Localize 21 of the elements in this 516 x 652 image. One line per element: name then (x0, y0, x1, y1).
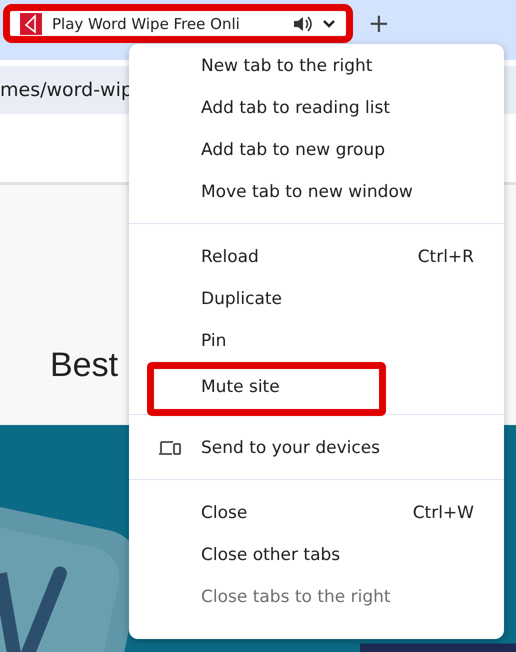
shortcut-text: Ctrl+W (412, 503, 474, 523)
menu-item[interactable]: Close other tabs (129, 534, 504, 576)
browser-tab[interactable]: Play Word Wipe Free Onli (10, 11, 346, 36)
menu-item[interactable]: Reload Ctrl+R (129, 236, 504, 278)
menu-item[interactable]: Add tab to reading list (129, 87, 504, 129)
shortcut-text: Ctrl+R (418, 247, 474, 267)
menu-item[interactable]: Duplicate (129, 278, 504, 320)
speaker-icon[interactable] (292, 14, 312, 32)
new-tab-button[interactable]: + (368, 11, 390, 37)
menu-item[interactable]: Send to your devices (129, 427, 504, 469)
chevron-down-icon[interactable] (322, 18, 336, 28)
menu-item[interactable]: Add tab to new group (129, 129, 504, 171)
menu-item[interactable]: Mute site (147, 362, 386, 416)
menu-item[interactable]: Close Ctrl+W (129, 492, 504, 534)
page-heading: Best (50, 346, 118, 384)
devices-icon (159, 440, 181, 456)
menu-item[interactable]: New tab to the right (129, 45, 504, 87)
tab-title: Play Word Wipe Free Onli (52, 14, 241, 32)
menu-item[interactable]: Move tab to new window (129, 171, 504, 213)
menu-item[interactable]: Pin (129, 320, 504, 362)
site-favicon-icon (20, 12, 42, 34)
